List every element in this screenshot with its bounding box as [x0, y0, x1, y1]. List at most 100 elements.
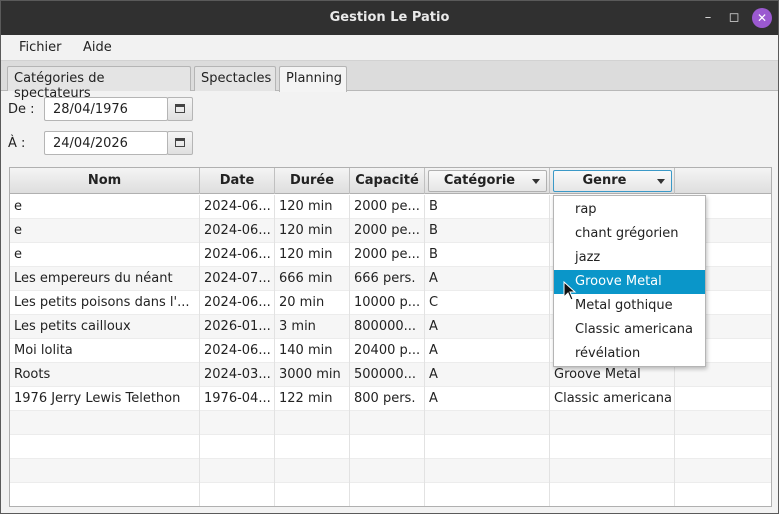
table-cell: 3000 min — [275, 363, 350, 387]
table-cell: 20400 p... — [350, 339, 425, 363]
table-cell: 800 pers. — [350, 387, 425, 411]
table-cell: A — [425, 267, 550, 291]
column-header-capacite[interactable]: Capacité — [350, 168, 425, 194]
empty-table-row[interactable] — [10, 483, 771, 506]
table-cell — [550, 483, 675, 506]
table-cell: 120 min — [275, 195, 350, 219]
table-row[interactable]: 1976 Jerry Lewis Telethon 1976-04... 122 m… — [10, 387, 771, 411]
window-title: Gestion Le Patio — [329, 10, 450, 25]
column-header-nom[interactable]: Nom — [10, 168, 200, 194]
from-date-label: De : — [8, 102, 35, 117]
chevron-down-icon — [657, 179, 665, 184]
empty-table-row[interactable] — [10, 411, 771, 435]
table-cell — [200, 483, 275, 506]
table-cell: 1976 Jerry Lewis Telethon — [10, 387, 200, 411]
tab-strip: Catégories de spectateurs Spectacles Pla… — [1, 61, 778, 101]
column-header-genre-cell: Genre — [550, 168, 675, 194]
table-cell: 10000 p... — [350, 291, 425, 315]
table-cell: Les empereurs du néant — [10, 267, 200, 291]
table-cell — [350, 459, 425, 483]
genre-option[interactable]: Classic americana — [554, 318, 705, 342]
table-cell: Classic americana — [550, 387, 675, 411]
table-cell — [425, 435, 550, 459]
table-cell — [550, 435, 675, 459]
table-cell — [675, 483, 771, 506]
chevron-down-icon — [532, 179, 540, 184]
table-cell: A — [425, 315, 550, 339]
app-window: Gestion Le Patio – ◻ ✕ Fichier Aide Caté… — [0, 0, 779, 514]
table-cell: 120 min — [275, 219, 350, 243]
table-cell — [10, 435, 200, 459]
column-header-duree[interactable]: Durée — [275, 168, 350, 194]
table-cell — [675, 387, 771, 411]
table-cell: A — [425, 339, 550, 363]
table-cell — [350, 435, 425, 459]
table-cell — [10, 483, 200, 506]
from-date-field[interactable]: 28/04/1976 — [44, 97, 168, 121]
table-cell — [275, 435, 350, 459]
empty-table-row[interactable] — [10, 459, 771, 483]
genre-option[interactable]: révélation — [554, 342, 705, 366]
table-cell: 500000... — [350, 363, 425, 387]
genre-option[interactable]: jazz — [554, 246, 705, 270]
calendar-icon — [175, 104, 185, 113]
to-date-picker-button[interactable] — [167, 131, 193, 155]
tab-spectacles[interactable]: Spectacles — [194, 66, 276, 91]
close-icon[interactable]: ✕ — [752, 8, 772, 28]
table-cell: B — [425, 195, 550, 219]
table-cell: C — [425, 291, 550, 315]
genre-option[interactable]: rap — [554, 198, 705, 222]
table-cell: B — [425, 243, 550, 267]
table-cell — [10, 411, 200, 435]
minimize-icon[interactable]: – — [699, 9, 717, 27]
maximize-icon[interactable]: ◻ — [725, 9, 743, 27]
table-cell: 140 min — [275, 339, 350, 363]
table-cell: e — [10, 219, 200, 243]
table-cell — [550, 459, 675, 483]
table-cell: 2026-01... — [200, 315, 275, 339]
genre-option[interactable]: chant grégorien — [554, 222, 705, 246]
table-cell — [675, 411, 771, 435]
from-date-picker-button[interactable] — [167, 97, 193, 121]
menu-fichier[interactable]: Fichier — [19, 40, 62, 55]
table-cell: 800000... — [350, 315, 425, 339]
table-cell: 2024-06... — [200, 219, 275, 243]
table-cell: 20 min — [275, 291, 350, 315]
column-header-filler — [675, 168, 771, 194]
table-cell: 2024-06... — [200, 339, 275, 363]
table-cell: 2000 pe... — [350, 195, 425, 219]
table-cell — [425, 483, 550, 506]
table-cell — [350, 411, 425, 435]
table-cell: Les petits cailloux — [10, 315, 200, 339]
table-cell — [275, 483, 350, 506]
table-cell — [10, 459, 200, 483]
table-cell — [550, 411, 675, 435]
table-cell: 666 pers. — [350, 267, 425, 291]
tab-categories-spectateurs[interactable]: Catégories de spectateurs — [7, 66, 191, 101]
table-cell — [350, 483, 425, 506]
column-header-date[interactable]: Date — [200, 168, 275, 194]
column-header-categorie-cell: Catégorie — [425, 168, 550, 194]
table-cell: 2000 pe... — [350, 243, 425, 267]
tab-planning[interactable]: Planning — [279, 66, 347, 92]
table-cell: 122 min — [275, 387, 350, 411]
table-cell — [425, 459, 550, 483]
categorie-filter-label: Catégorie — [443, 173, 516, 188]
table-cell: A — [425, 387, 550, 411]
title-bar[interactable]: Gestion Le Patio – ◻ ✕ — [1, 1, 778, 35]
menu-bar: Fichier Aide — [1, 35, 778, 61]
genre-filter-dropdown[interactable]: Genre — [553, 170, 672, 192]
table-header: Nom Date Durée Capacité Catégorie Genre — [10, 168, 771, 194]
table-cell — [200, 411, 275, 435]
menu-aide[interactable]: Aide — [83, 40, 112, 55]
categorie-filter-dropdown[interactable]: Catégorie — [428, 170, 547, 192]
table-cell: e — [10, 195, 200, 219]
table-cell: 1976-04... — [200, 387, 275, 411]
table-cell: Les petits poisons dans l'... — [10, 291, 200, 315]
table-cell: e — [10, 243, 200, 267]
to-date-field[interactable]: 24/04/2026 — [44, 131, 168, 155]
empty-table-row[interactable] — [10, 435, 771, 459]
table-cell: 2024-06... — [200, 195, 275, 219]
to-date-label: À : — [8, 136, 26, 151]
table-cell: 120 min — [275, 243, 350, 267]
